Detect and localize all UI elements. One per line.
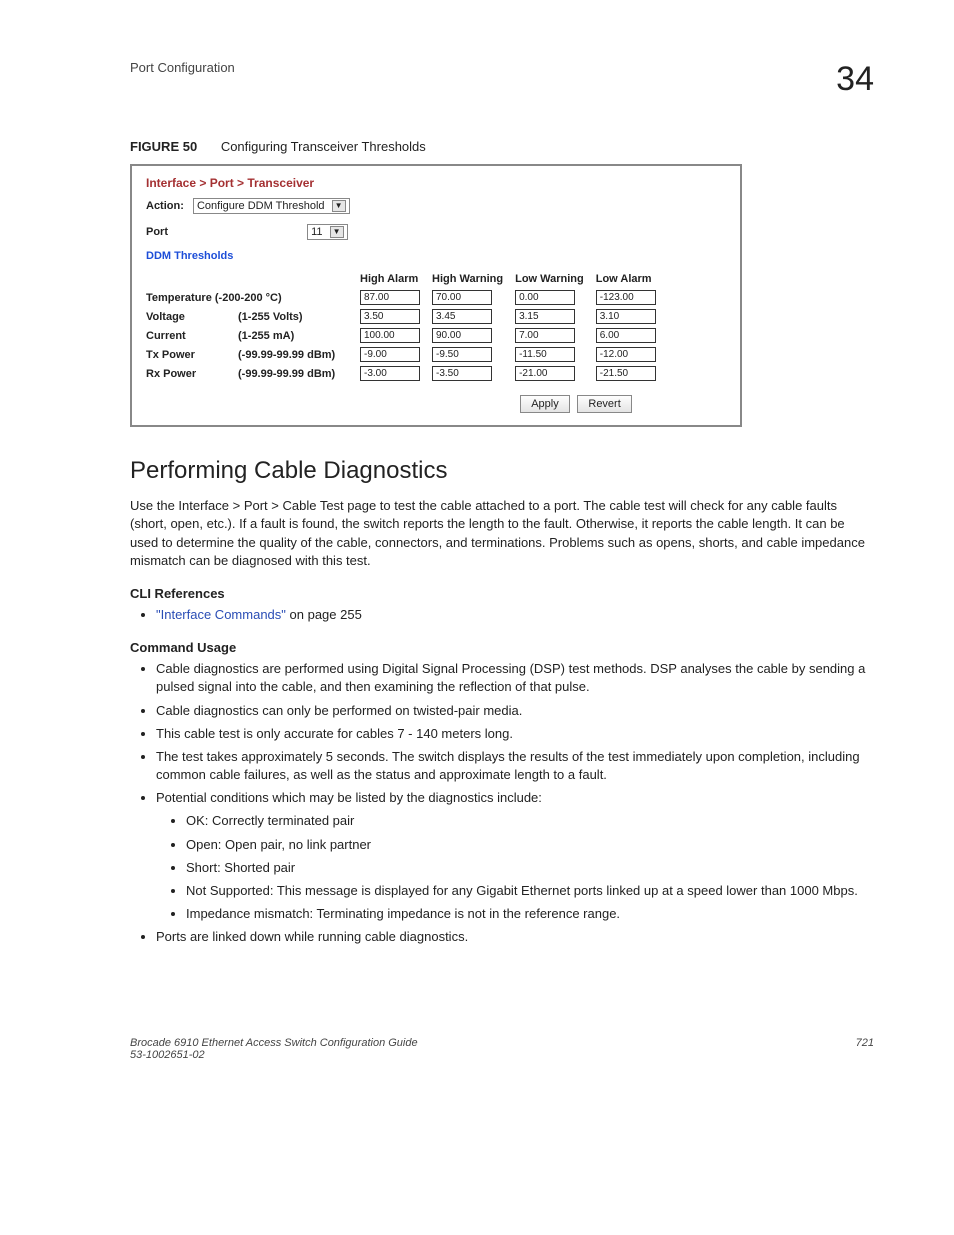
list-item: Cable diagnostics are performed using Di… <box>156 660 874 696</box>
footer-docnum: 53-1002651-02 <box>130 1049 418 1061</box>
intro-paragraph: Use the Interface > Port > Cable Test pa… <box>130 497 874 570</box>
revert-button[interactable]: Revert <box>577 395 631 413</box>
col-high-warning: High Warning <box>432 270 515 288</box>
port-select-value: 11 <box>311 226 322 238</box>
row-name: Tx Power <box>146 345 238 364</box>
link-suffix: on page 255 <box>286 607 362 622</box>
breadcrumb: Interface > Port > Transceiver <box>146 176 726 190</box>
list-item: OK: Correctly terminated pair <box>186 812 874 830</box>
row-range: (-99.99-99.99 dBm) <box>238 345 360 364</box>
action-select[interactable]: Configure DDM Threshold ▼ <box>193 198 350 214</box>
list-item: The test takes approximately 5 seconds. … <box>156 748 874 784</box>
list-item: Open: Open pair, no link partner <box>186 836 874 854</box>
high-alarm-input[interactable]: -3.00 <box>360 366 420 381</box>
high-warning-input[interactable]: -3.50 <box>432 366 492 381</box>
table-row: Rx Power (-99.99-99.99 dBm) -3.00 -3.50 … <box>146 364 668 383</box>
high-warning-input[interactable]: 90.00 <box>432 328 492 343</box>
list-item: "Interface Commands" on page 255 <box>156 606 874 624</box>
apply-button[interactable]: Apply <box>520 395 570 413</box>
cli-references-heading: CLI References <box>130 586 874 601</box>
chevron-down-icon: ▼ <box>332 200 346 212</box>
list-item: This cable test is only accurate for cab… <box>156 725 874 743</box>
action-label: Action: <box>146 200 184 212</box>
interface-commands-link[interactable]: "Interface Commands" <box>156 607 286 622</box>
page-number: 721 <box>856 1037 874 1061</box>
config-panel: Interface > Port > Transceiver Action: C… <box>130 164 742 427</box>
col-low-alarm: Low Alarm <box>596 270 668 288</box>
table-row: Voltage (1-255 Volts) 3.50 3.45 3.15 3.1… <box>146 307 668 326</box>
row-name: Voltage <box>146 307 238 326</box>
section-heading: Performing Cable Diagnostics <box>130 457 874 485</box>
low-alarm-input[interactable]: -21.50 <box>596 366 656 381</box>
port-select[interactable]: 11 ▼ <box>307 224 347 240</box>
low-alarm-input[interactable]: 3.10 <box>596 309 656 324</box>
port-label: Port <box>146 226 168 238</box>
list-item: Impedance mismatch: Terminating impedanc… <box>186 905 874 923</box>
figure-label: FIGURE 50 <box>130 139 197 154</box>
high-alarm-input[interactable]: 100.00 <box>360 328 420 343</box>
row-name: Current <box>146 326 238 345</box>
figure-caption: FIGURE 50 Configuring Transceiver Thresh… <box>130 139 874 154</box>
table-row: Current (1-255 mA) 100.00 90.00 7.00 6.0… <box>146 326 668 345</box>
footer-left: Brocade 6910 Ethernet Access Switch Conf… <box>130 1037 418 1061</box>
low-warning-input[interactable]: 0.00 <box>515 290 575 305</box>
low-alarm-input[interactable]: -123.00 <box>596 290 656 305</box>
high-warning-input[interactable]: -9.50 <box>432 347 492 362</box>
list-item: Short: Shorted pair <box>186 859 874 877</box>
row-range: (1-255 Volts) <box>238 307 360 326</box>
row-range: (1-255 mA) <box>238 326 360 345</box>
row-name: Rx Power <box>146 364 238 383</box>
action-select-value: Configure DDM Threshold <box>197 200 325 212</box>
col-high-alarm: High Alarm <box>360 270 432 288</box>
figure-title: Configuring Transceiver Thresholds <box>221 139 426 154</box>
low-alarm-input[interactable]: 6.00 <box>596 328 656 343</box>
ddm-thresholds-heading: DDM Thresholds <box>146 250 726 262</box>
running-header: Port Configuration <box>130 60 235 75</box>
list-item: Ports are linked down while running cabl… <box>156 928 874 946</box>
high-warning-input[interactable]: 3.45 <box>432 309 492 324</box>
row-name: Temperature (-200-200 °C) <box>146 288 360 307</box>
list-item: Potential conditions which may be listed… <box>156 789 874 923</box>
high-alarm-input[interactable]: 87.00 <box>360 290 420 305</box>
low-warning-input[interactable]: -11.50 <box>515 347 575 362</box>
thresholds-table: High Alarm High Warning Low Warning Low … <box>146 270 668 383</box>
high-warning-input[interactable]: 70.00 <box>432 290 492 305</box>
list-item-text: Potential conditions which may be listed… <box>156 790 542 805</box>
list-item: Cable diagnostics can only be performed … <box>156 702 874 720</box>
high-alarm-input[interactable]: -9.00 <box>360 347 420 362</box>
low-warning-input[interactable]: 7.00 <box>515 328 575 343</box>
high-alarm-input[interactable]: 3.50 <box>360 309 420 324</box>
table-row: Tx Power (-99.99-99.99 dBm) -9.00 -9.50 … <box>146 345 668 364</box>
command-usage-heading: Command Usage <box>130 640 874 655</box>
col-low-warning: Low Warning <box>515 270 596 288</box>
low-warning-input[interactable]: 3.15 <box>515 309 575 324</box>
low-warning-input[interactable]: -21.00 <box>515 366 575 381</box>
table-row: Temperature (-200-200 °C) 87.00 70.00 0.… <box>146 288 668 307</box>
row-range: (-99.99-99.99 dBm) <box>238 364 360 383</box>
list-item: Not Supported: This message is displayed… <box>186 882 874 900</box>
chevron-down-icon: ▼ <box>330 226 344 238</box>
low-alarm-input[interactable]: -12.00 <box>596 347 656 362</box>
footer-title: Brocade 6910 Ethernet Access Switch Conf… <box>130 1037 418 1049</box>
chapter-number: 34 <box>836 60 874 99</box>
